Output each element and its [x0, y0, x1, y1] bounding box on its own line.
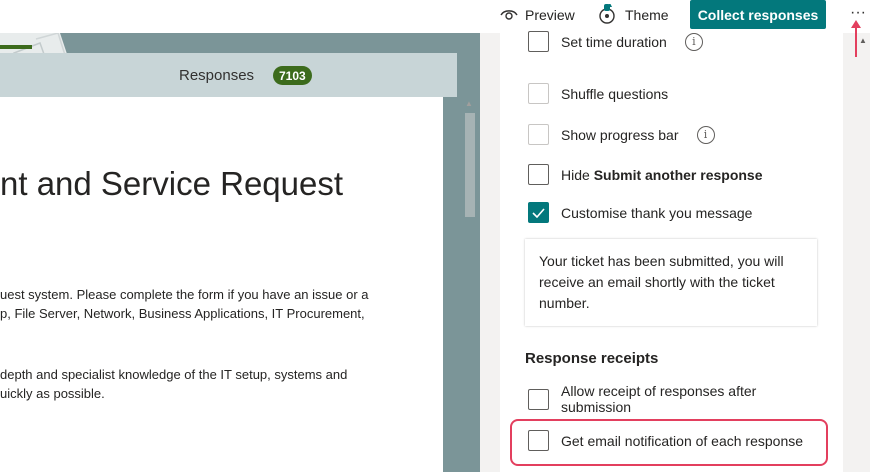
customise-thank-you-checkbox[interactable]: [528, 202, 549, 223]
top-bar: Preview Theme Collect responses ···: [0, 0, 870, 33]
annotation-highlight-box: [510, 419, 828, 466]
preview-label: Preview: [525, 7, 575, 23]
shuffle-questions-option[interactable]: Shuffle questions: [528, 83, 668, 104]
shuffle-questions-label: Shuffle questions: [561, 85, 669, 102]
allow-receipt-checkbox[interactable]: [528, 389, 549, 410]
form-description-line: p, File Server, Network, Business Applic…: [0, 306, 365, 321]
responses-tab[interactable]: Responses: [179, 67, 254, 84]
thank-you-message-input[interactable]: Your ticket has been submitted, you will…: [525, 239, 817, 326]
set-time-duration-label: Set time duration: [561, 33, 667, 50]
allow-receipt-label: Allow receipt of responses after submiss…: [561, 383, 757, 415]
hide-prefix-label: Hide: [561, 166, 594, 183]
hide-submit-another-checkbox[interactable]: [528, 164, 549, 185]
collect-responses-button[interactable]: Collect responses: [690, 0, 826, 29]
eye-icon: [500, 8, 518, 22]
form-document: nt and Service Request uest system. Plea…: [0, 97, 443, 472]
show-progress-bar-checkbox[interactable]: [528, 124, 549, 145]
palette-icon: [598, 4, 618, 26]
responses-count-badge: 7103: [273, 66, 312, 85]
response-receipts-heading: Response receipts: [525, 350, 659, 367]
shuffle-questions-checkbox[interactable]: [528, 83, 549, 104]
set-time-duration-option[interactable]: Set time duration i: [528, 31, 703, 52]
preview-button[interactable]: Preview: [500, 4, 575, 26]
show-progress-bar-label: Show progress bar: [561, 126, 679, 143]
checkmark-icon: [532, 207, 545, 218]
form-description-line: depth and specialist knowledge of the IT…: [0, 367, 348, 382]
theme-label: Theme: [625, 7, 669, 23]
allow-receipt-option[interactable]: Allow receipt of responses after submiss…: [528, 383, 791, 415]
form-title: nt and Service Request: [0, 165, 344, 202]
theme-button[interactable]: Theme: [598, 4, 669, 26]
form-description-line: uest system. Please complete the form if…: [0, 287, 369, 302]
hide-submit-another-option[interactable]: Hide Submit another response: [528, 164, 763, 185]
info-icon[interactable]: i: [696, 125, 715, 144]
info-icon[interactable]: i: [684, 32, 703, 51]
hide-submit-another-label: Submit another response: [593, 166, 763, 183]
scroll-up-arrow-icon[interactable]: ▲: [463, 99, 475, 109]
set-time-duration-checkbox[interactable]: [528, 31, 549, 52]
preview-scrollbar-thumb[interactable]: [465, 113, 475, 217]
panel-scroll-up-icon[interactable]: ▲: [859, 36, 867, 45]
form-description-line: uickly as possible.: [0, 386, 105, 401]
customise-thank-you-label: Customise thank you message: [561, 204, 753, 221]
customise-thank-you-option[interactable]: Customise thank you message: [528, 202, 752, 223]
show-progress-bar-option[interactable]: Show progress bar i: [528, 124, 715, 145]
